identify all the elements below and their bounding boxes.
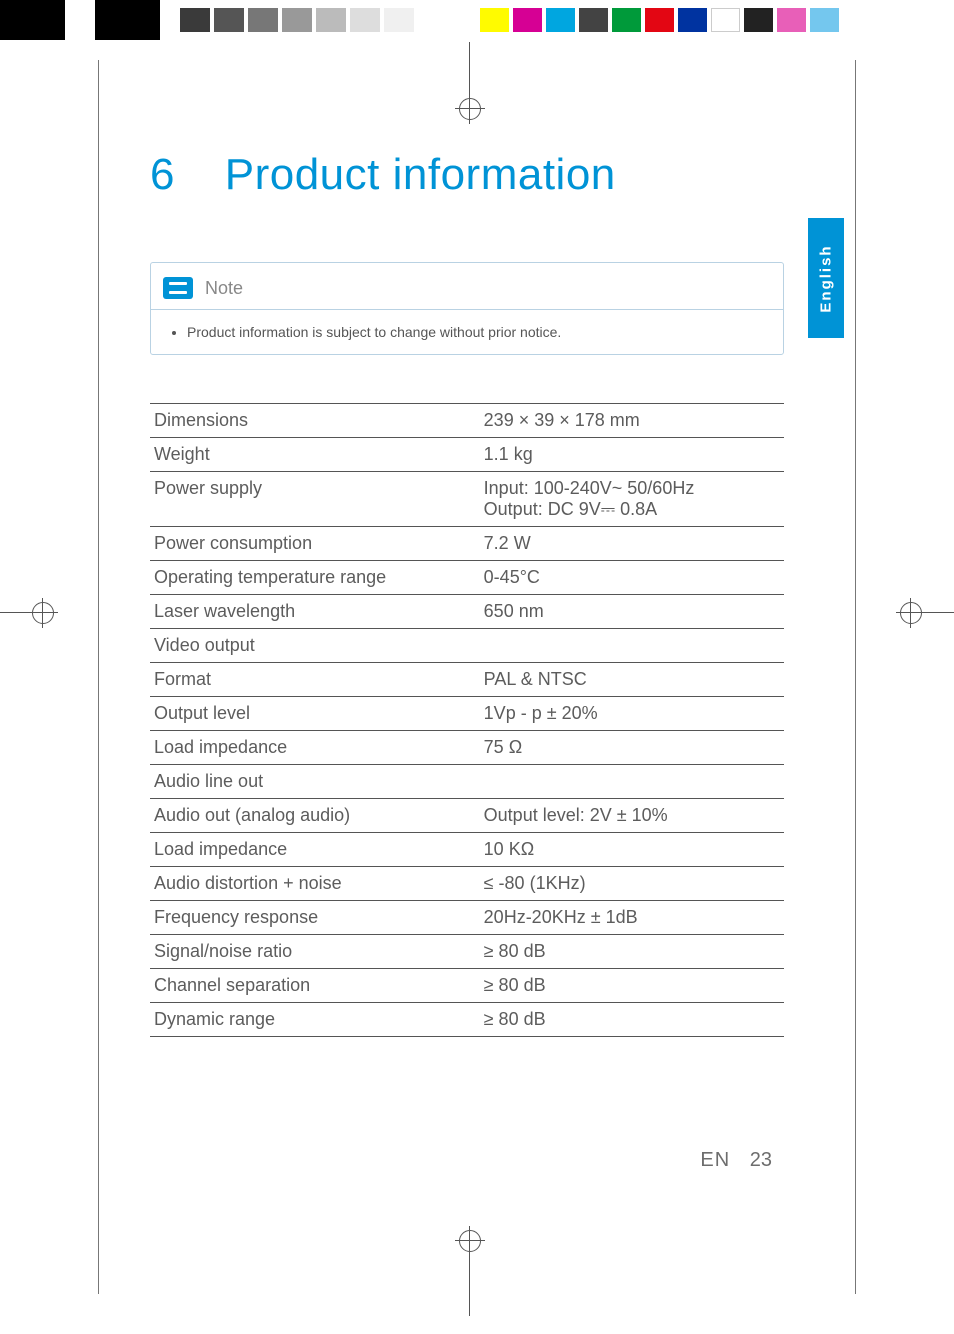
- registration-mark-icon: [896, 598, 926, 628]
- spec-label: Dynamic range: [150, 1003, 480, 1037]
- page-footer: EN 23: [700, 1149, 772, 1172]
- spec-row: Dimensions239 × 39 × 178 mm: [150, 404, 784, 438]
- spec-row: Weight1.1 kg: [150, 438, 784, 472]
- spec-row: Frequency response20Hz-20KHz ± 1dB: [150, 901, 784, 935]
- spec-value: ≥ 80 dB: [480, 969, 784, 1003]
- spec-value: ≤ -80 (1KHz): [480, 867, 784, 901]
- spec-row: Audio distortion + noise≤ -80 (1KHz): [150, 867, 784, 901]
- note-header: Note: [151, 263, 783, 310]
- spec-value: [480, 629, 784, 663]
- footer-lang: EN: [700, 1149, 730, 1171]
- spec-value: Input: 100-240V~ 50/60HzOutput: DC 9V⎓ 0…: [480, 472, 784, 527]
- spec-label: Operating temperature range: [150, 561, 480, 595]
- page-number: 23: [750, 1149, 772, 1171]
- chapter-number: 6: [150, 150, 212, 200]
- spec-row: Laser wavelength650 nm: [150, 595, 784, 629]
- spec-row: Power consumption7.2 W: [150, 527, 784, 561]
- trim-line: [855, 60, 856, 1294]
- spec-label: Format: [150, 663, 480, 697]
- spec-label: Signal/noise ratio: [150, 935, 480, 969]
- page-root: English 6 Product information Note Produ…: [0, 0, 954, 1334]
- spec-label: Frequency response: [150, 901, 480, 935]
- spec-row: Dynamic range≥ 80 dB: [150, 1003, 784, 1037]
- note-icon: [163, 277, 193, 299]
- spec-label: Channel separation: [150, 969, 480, 1003]
- language-tab-label: English: [818, 244, 835, 312]
- note-body: Product information is subject to change…: [151, 310, 783, 354]
- spec-label: Video output: [150, 629, 480, 663]
- spec-label: Load impedance: [150, 833, 480, 867]
- language-tab: English: [808, 218, 844, 338]
- spec-label: Dimensions: [150, 404, 480, 438]
- spec-label: Weight: [150, 438, 480, 472]
- spec-label: Laser wavelength: [150, 595, 480, 629]
- spec-value: 7.2 W: [480, 527, 784, 561]
- spec-value: Output level: 2V ± 10%: [480, 799, 784, 833]
- spec-value: [480, 765, 784, 799]
- spec-row: Load impedance75 Ω: [150, 731, 784, 765]
- registration-mark-icon: [455, 1226, 485, 1256]
- note-box: Note Product information is subject to c…: [150, 262, 784, 355]
- spec-value: 75 Ω: [480, 731, 784, 765]
- spec-row: Power supplyInput: 100-240V~ 50/60HzOutp…: [150, 472, 784, 527]
- chapter-heading: 6 Product information: [150, 150, 784, 200]
- reg-block: [95, 0, 160, 40]
- content-area: 6 Product information Note Product infor…: [150, 150, 784, 1214]
- note-title: Note: [205, 278, 243, 299]
- color-scale: [480, 8, 839, 32]
- chapter-title: Product information: [225, 150, 616, 199]
- spec-row: FormatPAL & NTSC: [150, 663, 784, 697]
- spec-row: Video output: [150, 629, 784, 663]
- grey-scale: [180, 8, 414, 32]
- spec-row: Audio out (analog audio) Output level: 2…: [150, 799, 784, 833]
- spec-row: Audio line out: [150, 765, 784, 799]
- spec-label: Power consumption: [150, 527, 480, 561]
- spec-value: PAL & NTSC: [480, 663, 784, 697]
- spec-value: ≥ 80 dB: [480, 935, 784, 969]
- spec-label: Audio line out: [150, 765, 480, 799]
- spec-label: Load impedance: [150, 731, 480, 765]
- spec-value: 1.1 kg: [480, 438, 784, 472]
- spec-table: Dimensions239 × 39 × 178 mmWeight1.1 kgP…: [150, 403, 784, 1037]
- spec-row: Output level1Vp - p ± 20%: [150, 697, 784, 731]
- spec-label: Power supply: [150, 472, 480, 527]
- spec-value: 1Vp - p ± 20%: [480, 697, 784, 731]
- spec-value: 239 × 39 × 178 mm: [480, 404, 784, 438]
- reg-block: [0, 0, 65, 40]
- registration-mark-icon: [28, 598, 58, 628]
- trim-line: [98, 60, 99, 1294]
- spec-value: ≥ 80 dB: [480, 1003, 784, 1037]
- spec-label: Audio distortion + noise: [150, 867, 480, 901]
- spec-label: Audio out (analog audio): [150, 799, 480, 833]
- spec-value: 650 nm: [480, 595, 784, 629]
- spec-value: 20Hz-20KHz ± 1dB: [480, 901, 784, 935]
- spec-value: 10 KΩ: [480, 833, 784, 867]
- note-item: Product information is subject to change…: [187, 324, 765, 340]
- registration-mark-icon: [455, 94, 485, 124]
- spec-value: 0-45°C: [480, 561, 784, 595]
- spec-row: Channel separation≥ 80 dB: [150, 969, 784, 1003]
- spec-row: Operating temperature range0-45°C: [150, 561, 784, 595]
- spec-label: Output level: [150, 697, 480, 731]
- spec-row: Load impedance10 KΩ: [150, 833, 784, 867]
- spec-row: Signal/noise ratio≥ 80 dB: [150, 935, 784, 969]
